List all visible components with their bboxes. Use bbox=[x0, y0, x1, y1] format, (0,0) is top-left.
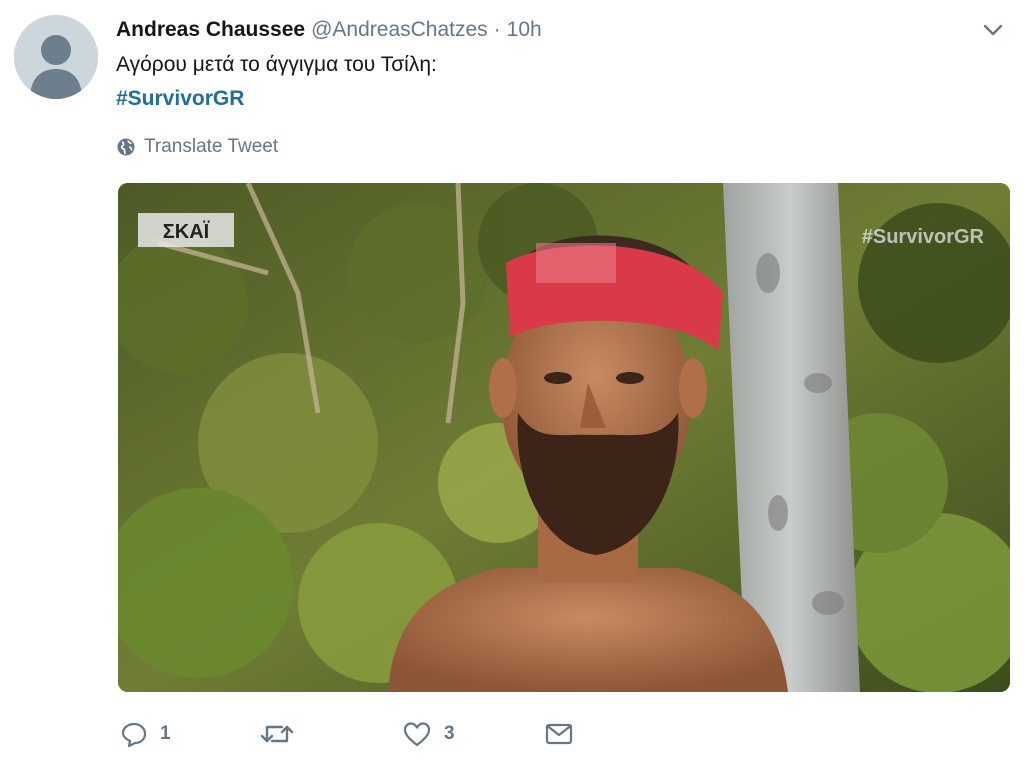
separator-dot: · bbox=[493, 18, 501, 41]
avatar[interactable] bbox=[14, 15, 98, 99]
more-options-button[interactable] bbox=[982, 22, 1004, 38]
media-watermark: #SurvivorGR bbox=[862, 226, 985, 248]
channel-logo: ΣΚΑΪ bbox=[163, 220, 210, 243]
default-avatar-icon bbox=[14, 15, 98, 99]
like-button[interactable]: 3 bbox=[402, 716, 455, 752]
reply-count: 1 bbox=[160, 723, 171, 744]
hashtag-link[interactable]: #SurvivorGR bbox=[116, 83, 244, 114]
globe-icon bbox=[117, 138, 135, 156]
retweet-icon bbox=[260, 725, 294, 743]
envelope-icon bbox=[545, 723, 573, 745]
retweet-button[interactable] bbox=[260, 716, 306, 752]
direct-message-button[interactable] bbox=[544, 716, 574, 752]
tweet-actions: 1 3 bbox=[116, 716, 636, 752]
display-name[interactable]: Andreas Chaussee bbox=[116, 14, 305, 46]
translate-label: Translate Tweet bbox=[144, 136, 279, 157]
chevron-down-icon bbox=[983, 24, 1003, 36]
reply-button[interactable]: 1 bbox=[120, 716, 171, 752]
media-image: ΣΚΑΪ #SurvivorGR bbox=[118, 183, 1010, 692]
user-handle[interactable]: @AndreasChatzes bbox=[311, 14, 488, 46]
like-count: 3 bbox=[444, 723, 455, 744]
heart-icon bbox=[403, 722, 431, 747]
tweet-media[interactable]: ΣΚΑΪ #SurvivorGR bbox=[118, 183, 1010, 692]
tweet-text: Αγόρου μετά το άγγιγμα του Τσίλη: bbox=[116, 53, 437, 76]
tweet-timestamp[interactable]: 10h bbox=[507, 14, 542, 46]
reply-icon bbox=[121, 722, 147, 748]
tweet-header: Andreas Chaussee @AndreasChatzes · 10h bbox=[116, 14, 542, 46]
translate-tweet-button[interactable]: Translate Tweet bbox=[116, 134, 278, 160]
